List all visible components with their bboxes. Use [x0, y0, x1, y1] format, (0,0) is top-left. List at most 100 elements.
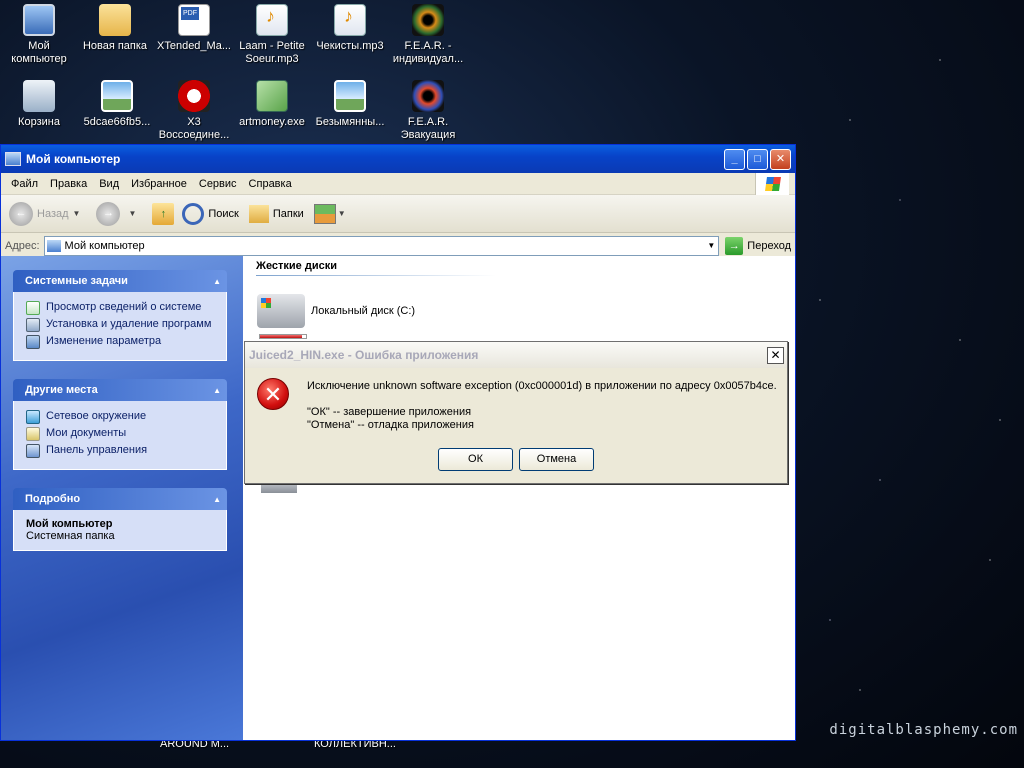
documents-icon [26, 427, 40, 441]
desktop-icon-label: Laam - Petite Soeur.mp3 [239, 40, 305, 65]
error-hint-cancel: "Отмена" -- отладка приложения [307, 419, 474, 431]
desktop-icon-artmoney[interactable]: artmoney.exe [233, 78, 311, 129]
drive-usage-bar [259, 334, 307, 339]
desktop-icon-label: 5dcae66fb5... [83, 116, 151, 128]
window-title: Мой компьютер [26, 152, 121, 166]
ok-button[interactable]: ОК [438, 448, 513, 471]
address-input[interactable]: Мой компьютер ▼ [43, 235, 720, 256]
go-label: Переход [747, 239, 791, 252]
menu-view[interactable]: Вид [93, 178, 125, 190]
dialog-close-button[interactable]: ✕ [767, 346, 784, 364]
forward-button[interactable]: → ▼ [96, 201, 142, 226]
close-button[interactable]: ✕ [770, 148, 791, 170]
details-name: Мой компьютер [26, 518, 113, 530]
details-header[interactable]: Подробно ▲ [13, 488, 227, 510]
recycle-bin-icon [23, 80, 55, 112]
chevron-down-icon: ▼ [337, 209, 346, 218]
menu-edit[interactable]: Правка [44, 178, 93, 190]
desktop-icon-x3[interactable]: X3 Воссоедине... [155, 78, 233, 142]
maximize-button[interactable]: □ [747, 148, 768, 170]
chevron-down-icon[interactable]: ▼ [73, 209, 81, 218]
desktop-icon-my-computer[interactable]: Мой компьютер [0, 2, 78, 66]
chevron-down-icon[interactable]: ▼ [704, 241, 718, 250]
place-control-panel[interactable]: Панель управления [26, 444, 218, 458]
desktop-icon-laam-mp3[interactable]: Laam - Petite Soeur.mp3 [233, 2, 311, 66]
error-message: Исключение unknown software exception (0… [307, 380, 777, 392]
other-places-header[interactable]: Другие места ▲ [13, 379, 227, 401]
menu-tools[interactable]: Сервис [193, 178, 243, 190]
search-icon [182, 202, 205, 225]
task-change-setting[interactable]: Изменение параметра [26, 335, 218, 349]
drive-usage-fill [260, 335, 303, 338]
fear-icon [412, 80, 444, 112]
network-icon [26, 410, 40, 424]
menu-help[interactable]: Справка [243, 178, 298, 190]
window-titlebar[interactable]: Мой компьютер _ □ ✕ [1, 145, 795, 173]
main-pane: Жесткие диски Локальный диск (C:) [243, 256, 795, 740]
task-add-remove-programs[interactable]: Установка и удаление программ [26, 318, 218, 332]
drive-c[interactable]: Локальный диск (C:) [257, 294, 415, 328]
desktop-icon-new-folder[interactable]: Новая папка [76, 2, 154, 53]
folders-button[interactable]: Папки [248, 204, 304, 223]
dialog-titlebar[interactable]: Juiced2_HIN.exe - Ошибка приложения ✕ [245, 342, 787, 368]
go-arrow-icon: → [725, 236, 744, 255]
add-remove-icon [26, 318, 40, 332]
windows-logo-icon [755, 173, 789, 195]
back-arrow-icon: ← [9, 201, 33, 226]
panel-body: Просмотр сведений о системе Установка и … [13, 292, 227, 361]
task-view-system-info[interactable]: Просмотр сведений о системе [26, 301, 218, 315]
menu-favorites[interactable]: Избранное [125, 178, 193, 190]
error-dialog: Juiced2_HIN.exe - Ошибка приложения ✕ ✕ … [244, 341, 788, 484]
desktop-icon-label: Чекисты.mp3 [316, 40, 384, 52]
desktop-icon-fear-evacuation[interactable]: F.E.A.R. Эвакуация [389, 78, 467, 142]
wallpaper-watermark: digitalblasphemy.com [829, 722, 1018, 738]
desktop-icon-recycle-bin[interactable]: Корзина [0, 78, 78, 129]
fear-icon [412, 4, 444, 36]
system-tasks-panel: Системные задачи ▲ Просмотр сведений о с… [13, 270, 227, 361]
task-label: Установка и удаление программ [46, 318, 212, 330]
task-label: Мои документы [46, 427, 127, 439]
error-hint-ok: "ОК" -- завершение приложения [307, 406, 472, 418]
back-button[interactable]: ← Назад ▼ [9, 201, 86, 226]
up-folder-icon[interactable]: ↑ [152, 202, 175, 225]
collapse-icon[interactable]: ▲ [213, 277, 221, 286]
desktop-icon-5dcae66fb5[interactable]: 5dcae66fb5... [78, 78, 156, 129]
panel-body: Сетевое окружение Мои документы Панель у… [13, 401, 227, 470]
panel-body: Мой компьютер Системная папка [13, 510, 227, 551]
computer-icon [46, 239, 61, 252]
system-tasks-header[interactable]: Системные задачи ▲ [13, 270, 227, 292]
panel-title: Системные задачи [25, 275, 128, 287]
drive-label: Локальный диск (C:) [311, 305, 416, 317]
collapse-icon[interactable]: ▲ [213, 495, 221, 504]
views-button[interactable]: ▼ [313, 203, 346, 224]
collapse-icon[interactable]: ▲ [213, 386, 221, 395]
cancel-button[interactable]: Отмена [519, 448, 594, 471]
menu-file[interactable]: Файл [5, 178, 44, 190]
place-my-documents[interactable]: Мои документы [26, 427, 218, 441]
task-pane: Системные задачи ▲ Просмотр сведений о с… [1, 256, 243, 740]
desktop-icon-label: X3 Воссоедине... [158, 116, 230, 141]
desktop-icon-label: Мой компьютер [11, 40, 67, 65]
desktop-icon-label: artmoney.exe [239, 116, 305, 128]
desktop-icon-bezymyanny[interactable]: Безымянны... [311, 78, 389, 129]
desktop-icon-fear-individual[interactable]: F.E.A.R. - индивидуал... [389, 2, 467, 66]
panel-title: Подробно [25, 493, 81, 505]
desktop-icon-chekisty-mp3[interactable]: Чекисты.mp3 [311, 2, 389, 53]
place-network[interactable]: Сетевое окружение [26, 410, 218, 424]
minimize-button[interactable]: _ [724, 148, 745, 170]
other-places-panel: Другие места ▲ Сетевое окружение Мои док… [13, 379, 227, 470]
computer-icon [23, 4, 55, 36]
folder-icon [248, 204, 269, 223]
image-icon [101, 80, 133, 112]
desktop-icon-xtended[interactable]: XTended_Ma... [155, 2, 233, 53]
search-button[interactable]: Поиск [182, 202, 239, 225]
chevron-down-icon[interactable]: ▼ [128, 209, 136, 218]
toolbar: ← Назад ▼ → ▼ ↑ Поиск Папки ▼ [1, 195, 795, 233]
computer-icon [5, 152, 21, 166]
error-icon: ✕ [257, 378, 289, 410]
go-button[interactable]: → Переход [725, 236, 791, 255]
pdf-icon [178, 4, 210, 36]
task-label: Просмотр сведений о системе [46, 301, 202, 313]
menu-bar: Файл Правка Вид Избранное Сервис Справка [1, 173, 795, 195]
task-label: Панель управления [46, 444, 148, 456]
